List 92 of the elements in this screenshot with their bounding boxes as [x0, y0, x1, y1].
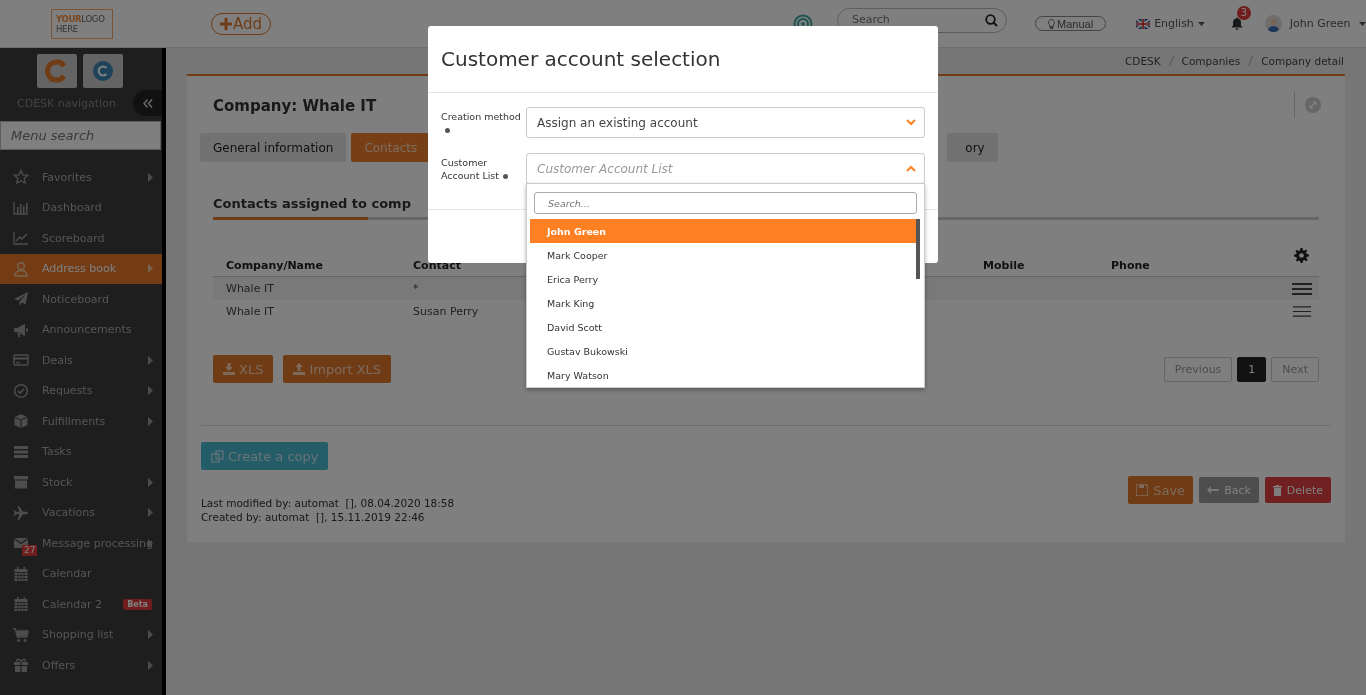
chevron-down-icon — [906, 119, 916, 126]
paper-plane-icon — [13, 291, 29, 308]
airplane-icon — [13, 504, 29, 521]
lightbulb-icon — [1048, 18, 1056, 29]
app-logo-icon — [92, 60, 114, 82]
page-title: Company: Whale IT — [213, 97, 377, 115]
search-icon[interactable] — [985, 14, 999, 27]
list-icon — [13, 443, 29, 460]
double-chevron-icon — [142, 98, 153, 108]
menu-icon[interactable] — [1291, 306, 1312, 317]
gift-icon — [13, 657, 29, 674]
table-cell: Whale IT — [226, 282, 274, 295]
line-chart-icon — [13, 230, 29, 247]
scrollbar[interactable] — [916, 219, 920, 279]
delete-button[interactable]: Delete — [1264, 477, 1331, 503]
trash-icon — [1272, 484, 1282, 496]
notification-badge: 3 — [1236, 6, 1252, 20]
export-button[interactable]: XLS — [213, 355, 274, 383]
check-circle-icon — [13, 382, 29, 399]
import-button[interactable]: Import XLS — [283, 355, 392, 383]
menu-icon[interactable] — [1291, 282, 1312, 295]
copy-icon — [211, 449, 224, 463]
beta-tag: Beta — [123, 598, 152, 610]
cube-icon — [13, 413, 29, 430]
dropdown-option[interactable]: Mark King — [530, 291, 916, 315]
language-selector[interactable]: English — [1154, 17, 1194, 30]
logo-accent-text: YOUR — [56, 13, 82, 24]
chevron-up-icon — [906, 165, 916, 172]
section-title: Contacts assigned to comp — [213, 196, 411, 213]
dropdown-option[interactable]: Mark Cooper — [530, 243, 916, 267]
audit-text: Last modified by: automat [], 08.04.2020 18:58 — [201, 496, 456, 510]
save-button[interactable]: Save — [1128, 476, 1194, 504]
page-button[interactable]: 1 — [1237, 356, 1267, 382]
required-dot — [503, 173, 508, 179]
card-icon — [13, 352, 29, 369]
calendar-icon — [13, 596, 29, 613]
download-icon — [223, 363, 235, 375]
breadcrumb-link[interactable]: CDESK — [1125, 55, 1161, 67]
tab[interactable]: General information — [200, 133, 347, 162]
audit-text: Created by: automat [], 15.11.2019 22:46 — [201, 510, 426, 524]
dropdown-option[interactable]: Mary Watson — [530, 363, 916, 387]
modal-title: Customer account selection — [441, 47, 721, 71]
flag-icon — [1136, 18, 1151, 29]
breadcrumb-separator-icon — [1168, 56, 1174, 66]
table-cell: Whale IT — [226, 305, 274, 318]
dropdown-option[interactable]: John Green — [530, 219, 916, 243]
sidebar-item[interactable]: Address book — [0, 253, 162, 284]
select-field[interactable]: Assign an existing account — [526, 107, 925, 138]
required-dot — [445, 127, 450, 133]
caret-icon — [1197, 21, 1205, 26]
plus-icon — [220, 17, 232, 30]
calendar-icon — [13, 565, 29, 582]
dropdown-option[interactable]: Gustav Bukowski — [530, 339, 916, 363]
column-header: Mobile — [983, 259, 1025, 272]
count-badge: 27 — [22, 545, 38, 556]
column-header: Company/Name — [226, 259, 323, 272]
column-header: Phone — [1111, 259, 1150, 272]
add-button[interactable]: Add — [211, 12, 272, 35]
logo-text: HERE — [56, 23, 79, 34]
person-icon — [13, 260, 29, 277]
upload-icon — [293, 363, 306, 375]
avatar-icon[interactable] — [1264, 15, 1282, 32]
star-icon — [13, 169, 29, 186]
caret-icon — [1358, 21, 1366, 26]
menu-search-field[interactable]: Menu search — [0, 121, 161, 150]
dropdown-option[interactable]: Erica Perry — [530, 267, 916, 291]
tab[interactable]: ory — [947, 133, 998, 162]
megaphone-icon — [13, 321, 29, 338]
logo-text: LOGO — [81, 13, 105, 24]
dropdown-search-field[interactable]: Search... — [534, 192, 917, 214]
app-logo-icon — [45, 59, 69, 83]
settings-icon[interactable] — [1294, 248, 1309, 263]
app-switch-button[interactable] — [37, 54, 77, 88]
bell-icon[interactable] — [1230, 17, 1243, 30]
table-cell: * — [413, 282, 419, 295]
cart-icon — [13, 626, 29, 643]
arrow-left-icon — [1207, 486, 1220, 494]
table-cell: Susan Perry — [413, 305, 479, 318]
app-switch-button[interactable] — [83, 54, 123, 88]
breadcrumb-link[interactable]: Companies — [1181, 55, 1241, 67]
collapse-button[interactable] — [133, 90, 162, 116]
user-menu[interactable]: John Green — [1289, 17, 1351, 30]
dropdown-option[interactable]: David Scott — [530, 315, 916, 339]
column-header: Contact — [413, 259, 461, 272]
field-label: Creation method — [441, 110, 521, 122]
copy-button[interactable]: Create a copy — [201, 442, 329, 470]
archive-box-icon — [13, 474, 29, 491]
tab[interactable]: Contacts — [351, 133, 431, 162]
bar-chart-icon — [13, 199, 29, 216]
manual-button[interactable]: Manual — [1035, 16, 1107, 31]
breadcrumb-separator-icon — [1248, 56, 1254, 66]
field-label: Customer Account List — [441, 156, 499, 181]
